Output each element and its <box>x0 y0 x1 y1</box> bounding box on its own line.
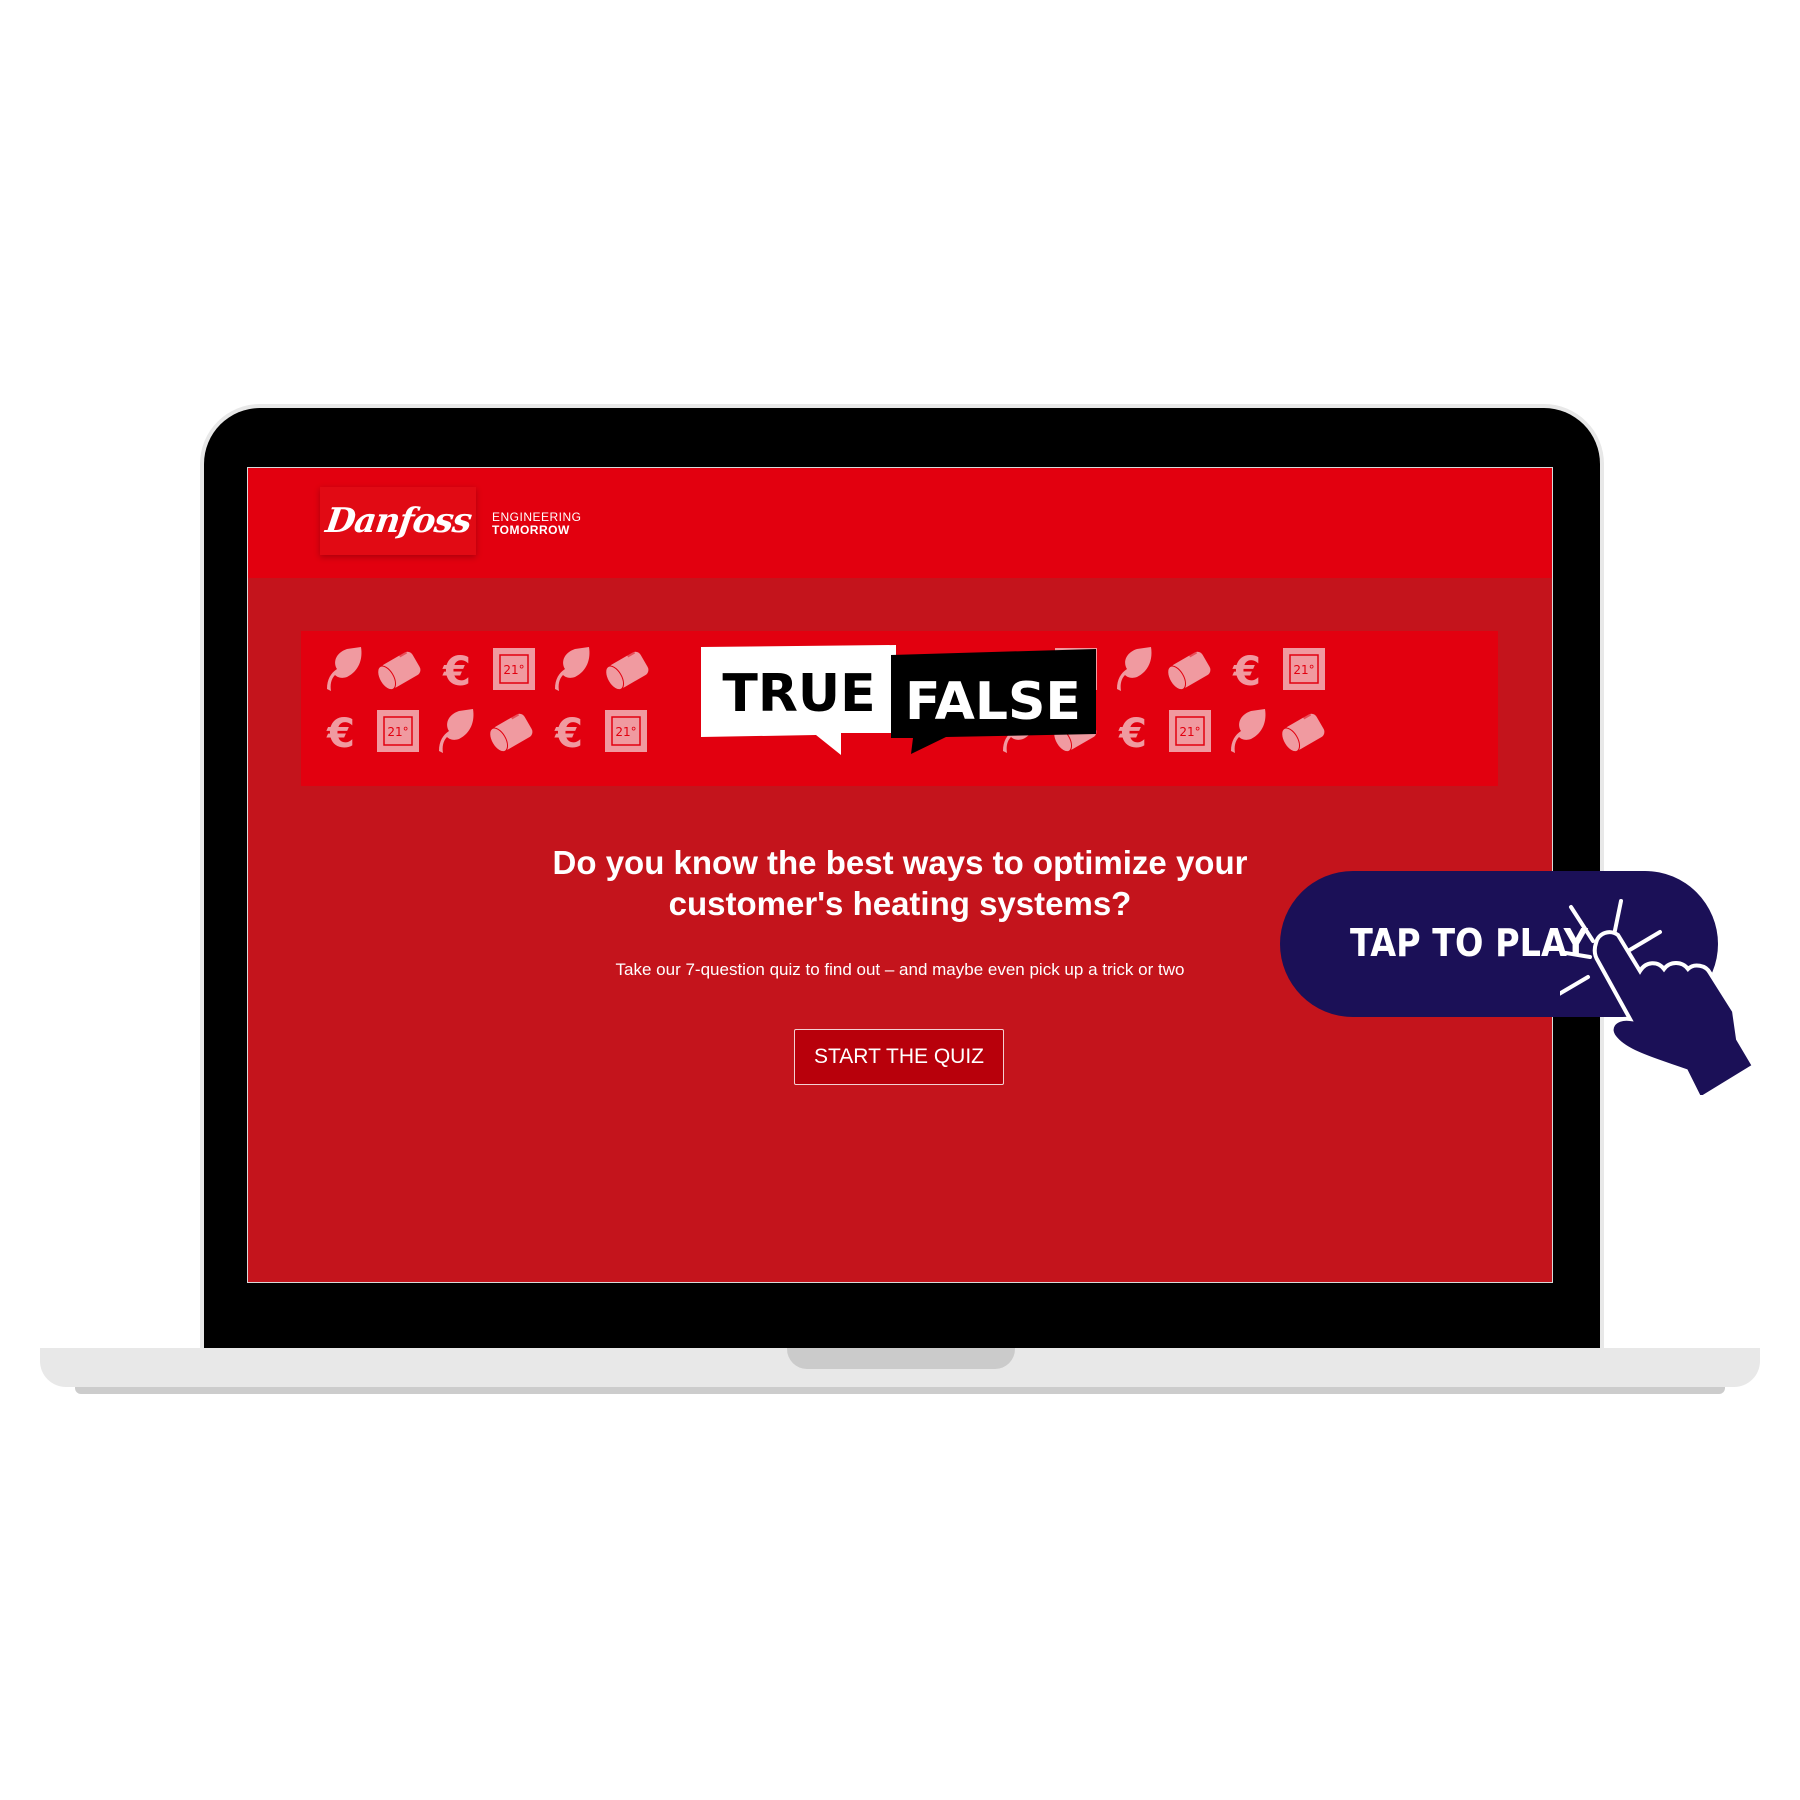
leaf-icon <box>555 647 590 691</box>
svg-text:21°: 21° <box>503 663 524 677</box>
true-bubble: TRUE <box>701 645 896 755</box>
true-label: TRUE <box>722 664 875 724</box>
true-false-banner: €21°€21°€21°€21°€21°€21° TRUE FALSE <box>301 631 1498 786</box>
thermostat-icon: 21° <box>1169 710 1211 752</box>
hand-shape <box>1592 930 1757 1095</box>
laptop-notch <box>787 1348 1015 1369</box>
euro-icon: € <box>442 649 471 693</box>
tap-ray <box>1560 975 1590 996</box>
thermostat-icon: 21° <box>1283 648 1325 690</box>
thermostat-head-icon <box>605 649 649 691</box>
svg-text:€: € <box>1118 711 1147 755</box>
svg-text:€: € <box>554 711 583 755</box>
danfoss-logo[interactable]: Danfoss <box>320 487 476 555</box>
svg-text:€: € <box>326 711 355 755</box>
header: Danfoss ENGINEERING TOMORROW <box>248 468 1552 578</box>
thermostat-icon: 21° <box>377 710 419 752</box>
leaf-icon <box>1231 709 1266 753</box>
euro-icon: € <box>554 711 583 755</box>
thermostat-head-icon <box>489 711 533 753</box>
leaf-icon <box>1117 647 1152 691</box>
laptop-base-shadow <box>75 1387 1725 1394</box>
tap-ray <box>1569 905 1595 943</box>
thermostat-head-icon <box>377 649 421 691</box>
tap-ray <box>1626 930 1662 953</box>
tap-to-play-label: TAP TO PLAY <box>1350 921 1588 965</box>
leaf-icon <box>439 709 474 753</box>
start-quiz-button[interactable]: START THE QUIZ <box>794 1029 1004 1085</box>
thermostat-head-icon <box>1281 711 1325 753</box>
tagline-line2: TOMORROW <box>492 523 570 537</box>
false-bubble: FALSE <box>891 649 1096 754</box>
svg-text:€: € <box>1232 649 1261 693</box>
euro-icon: € <box>1232 649 1261 693</box>
euro-icon: € <box>326 711 355 755</box>
svg-text:21°: 21° <box>387 725 408 739</box>
tagline: ENGINEERING TOMORROW <box>492 511 582 537</box>
svg-text:€: € <box>442 649 471 693</box>
euro-icon: € <box>1118 711 1147 755</box>
false-label: FALSE <box>905 672 1081 732</box>
svg-text:21°: 21° <box>615 725 636 739</box>
tap-ray <box>1560 949 1592 959</box>
logo-text: Danfoss <box>322 501 474 541</box>
thermostat-icon: 21° <box>493 648 535 690</box>
thermostat-head-icon <box>1167 649 1211 691</box>
leaf-icon <box>327 647 362 691</box>
thermostat-icon: 21° <box>605 710 647 752</box>
svg-text:21°: 21° <box>1179 725 1200 739</box>
svg-text:21°: 21° <box>1293 663 1314 677</box>
hand-tap-icon <box>1560 899 1757 1095</box>
